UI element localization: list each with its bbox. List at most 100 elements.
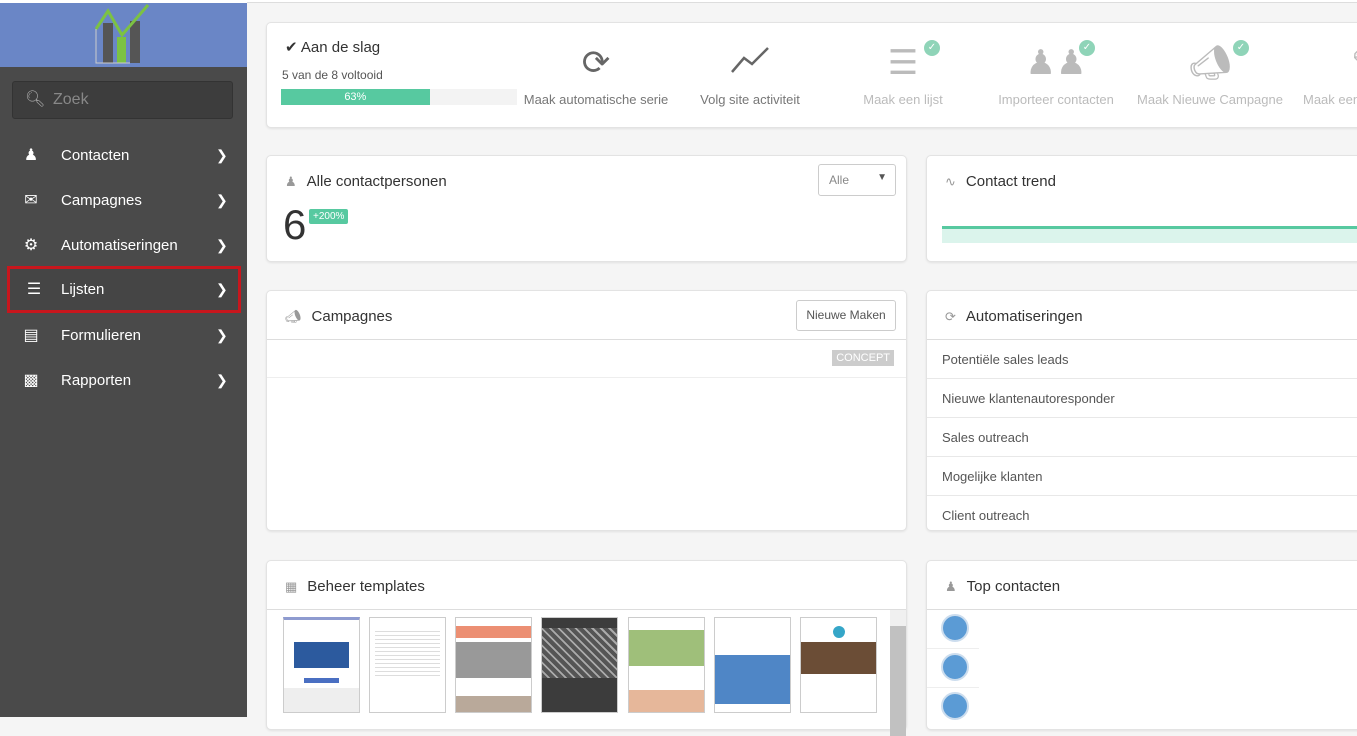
logo-icon — [94, 4, 150, 64]
step-new-campaign[interactable]: 📣︎ ✓ Maak Nieuwe Campagne — [1135, 40, 1285, 109]
templates-title-text: Beheer templates — [307, 578, 425, 595]
step-label: Maak automatische serie — [523, 92, 669, 107]
template-thumbnail[interactable] — [455, 617, 532, 713]
divider — [267, 609, 906, 610]
template-preview-image — [801, 642, 876, 674]
contact-trend-card: ∿ Contact trend — [926, 155, 1357, 262]
automation-item[interactable]: Mogelijke klanten — [927, 457, 1357, 496]
template-preview-image — [629, 630, 704, 666]
automation-icon: ⚙ — [23, 237, 39, 254]
template-thumbnail[interactable] — [369, 617, 446, 713]
trend-line-icon: ∿ — [945, 174, 956, 189]
avatar[interactable] — [941, 614, 969, 642]
scrollbar[interactable] — [890, 610, 906, 736]
check-circle-icon: ✓ — [1233, 40, 1249, 56]
refresh-icon: ⟳ — [945, 309, 956, 324]
users-icon: ♟♟ ✓ — [981, 40, 1131, 91]
progress-bar: 63% — [281, 89, 517, 105]
step-label: Maak een — [1303, 92, 1357, 107]
chevron-right-icon: ❯ — [216, 281, 228, 297]
scrollbar-thumb[interactable] — [890, 626, 906, 736]
users-icon: ♟ — [945, 579, 957, 594]
chevron-right-icon: ❯ — [216, 327, 228, 343]
search-icon: 🔍︎ — [25, 91, 46, 108]
sidebar-item-campagnes[interactable]: ✉ Campagnes ❯ — [0, 178, 247, 223]
campaign-row[interactable]: CONCEPT — [267, 340, 906, 378]
top-contacts-card: ♟ Top contacten — [926, 560, 1357, 730]
avatar[interactable] — [941, 692, 969, 720]
step-label: Maak Nieuwe Campagne — [1137, 92, 1283, 107]
list-icon: ☰ ✓ — [828, 40, 978, 91]
chevron-right-icon: ❯ — [216, 237, 228, 253]
step-site-activity[interactable]: Volg site activiteit — [675, 43, 825, 109]
getting-started-card: ✔ Aan de slag 5 van de 8 voltooid 63% ⟳ M… — [266, 22, 1357, 128]
user-icon: ♟ — [285, 174, 297, 189]
campaigns-title: 📣︎ Campagnes — [285, 308, 392, 325]
automation-item[interactable]: Client outreach — [927, 496, 1357, 530]
sidebar-item-formulieren[interactable]: ▤ Formulieren ❯ — [0, 313, 247, 358]
contacts-title: ♟ Alle contactpersonen — [285, 173, 447, 190]
divider — [927, 648, 979, 649]
template-thumbnail[interactable] — [800, 617, 877, 713]
sidebar-item-rapporten[interactable]: ▩ Rapporten ❯ — [0, 358, 247, 403]
automation-item[interactable]: Sales outreach — [927, 418, 1357, 457]
list-icon: ☰ — [26, 281, 42, 298]
step-label: Importeer contacten — [998, 92, 1114, 107]
search-input[interactable]: 🔍︎ Zoek — [12, 81, 233, 119]
filter-select[interactable]: Alle ▼ — [818, 164, 896, 196]
step-automation-series[interactable]: ⟳ Maak automatische serie — [521, 43, 671, 109]
automation-item[interactable]: Potentiële sales leads — [927, 340, 1357, 379]
sidebar-item-automatiseringen[interactable]: ⚙ Automatiseringen ❯ — [0, 223, 247, 268]
sidebar-item-label: Campagnes — [61, 192, 142, 209]
sidebar-item-lijsten[interactable]: ☰ Lijsten ❯ — [7, 266, 241, 313]
contacts-card: ♟ Alle contactpersonen 6 +200% Alle ▼ — [266, 155, 907, 262]
progress-subtitle: 5 van de 8 voltooid — [282, 68, 383, 82]
sidebar-item-label: Formulieren — [61, 327, 142, 344]
avatar[interactable] — [941, 653, 969, 681]
template-thumbnail[interactable] — [628, 617, 705, 713]
trend-area — [942, 226, 1357, 243]
new-campaign-button[interactable]: Nieuwe Maken — [796, 300, 896, 331]
logo[interactable] — [0, 0, 247, 67]
sidebar-item-contacten[interactable]: ♟ Contacten ❯ — [0, 133, 247, 178]
divider — [927, 687, 979, 688]
trend-line-icon — [675, 43, 825, 91]
template-preview-logo — [832, 626, 845, 638]
step-label: Volg site activiteit — [700, 92, 800, 107]
automations-card: ⟳ Automatiseringen Potentiële sales leads… — [926, 290, 1357, 531]
sidebar-item-label: Automatiseringen — [61, 237, 178, 254]
chevron-right-icon: ❯ — [216, 372, 228, 388]
trend-title: ∿ Contact trend — [945, 173, 1056, 190]
envelope-icon: ✉ — [24, 192, 38, 209]
step-make-list[interactable]: ☰ ✓ Maak een lijst — [828, 40, 978, 109]
sidebar: 🔍︎ Zoek ♟ Contacten ❯ ✉ Campagnes ❯ ⚙ Automati… — [0, 0, 247, 717]
automation-item[interactable]: Nieuwe klantenautoresponder — [927, 379, 1357, 418]
change-badge: +200% — [309, 209, 349, 224]
check-circle-icon: ✓ — [1079, 40, 1095, 56]
templates-title: ▦ Beheer templates — [285, 578, 425, 595]
template-preview-image — [715, 655, 790, 704]
template-preview-header — [456, 626, 531, 638]
step-label: Maak een lijst — [863, 92, 943, 107]
check-circle-icon: ✓ — [924, 40, 940, 56]
template-preview-image — [294, 642, 349, 668]
campaigns-title-text: Campagnes — [311, 308, 393, 325]
contacts-icon: ♟ — [23, 147, 39, 164]
template-preview-image — [456, 696, 531, 712]
automations-title-text: Automatiseringen — [965, 308, 1083, 325]
chevron-right-icon: ❯ — [216, 192, 228, 208]
sidebar-item-label: Rapporten — [61, 372, 132, 389]
template-thumbnail[interactable] — [283, 617, 360, 713]
megaphone-icon: 📣︎ — [285, 309, 302, 324]
automations-title: ⟳ Automatiseringen — [945, 308, 1083, 325]
calculator-icon: ▦ — [285, 579, 298, 594]
search-placeholder: Zoek — [53, 91, 89, 108]
template-thumbnail[interactable] — [541, 617, 618, 713]
status-badge: CONCEPT — [832, 350, 894, 366]
refresh-icon: ⟳ — [581, 44, 611, 82]
template-preview-text — [375, 628, 440, 678]
step-import-contacts[interactable]: ♟♟ ✓ Importeer contacten — [981, 40, 1131, 109]
template-thumbnail[interactable] — [714, 617, 791, 713]
contact-count: 6 — [283, 201, 307, 248]
step-make-more[interactable]: ✎Maak een — [1287, 43, 1357, 109]
